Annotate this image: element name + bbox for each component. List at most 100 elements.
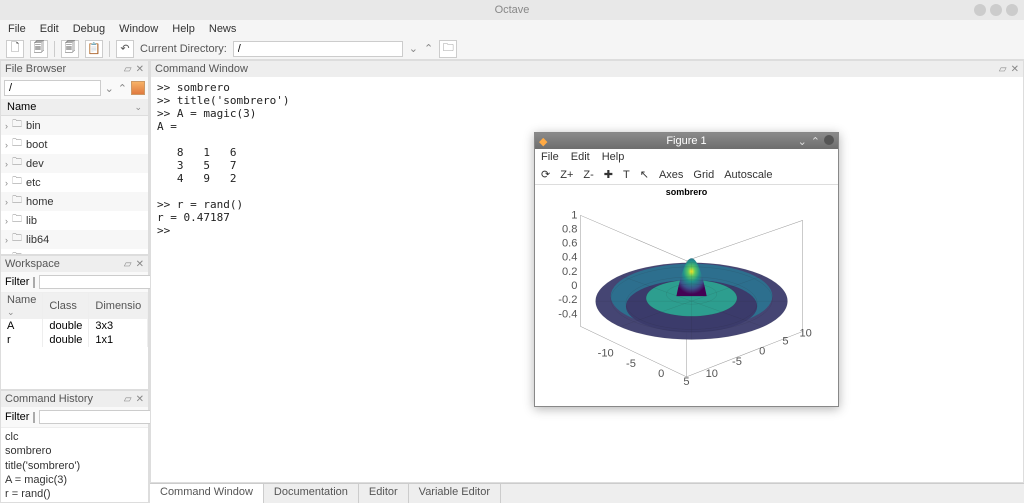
undock-icon[interactable]: ▱ bbox=[124, 64, 132, 75]
new-script-icon[interactable]: 🗐 bbox=[30, 40, 48, 58]
svg-text:0: 0 bbox=[658, 368, 664, 380]
history-item[interactable]: clc bbox=[5, 430, 144, 444]
col-dim[interactable]: Dimensio bbox=[89, 293, 148, 319]
col-name[interactable]: Name ⌄ bbox=[1, 293, 43, 319]
folder-item[interactable]: ›🗀bin bbox=[1, 116, 148, 135]
new-file-icon[interactable]: 🗋 bbox=[6, 40, 24, 58]
menubar: File Edit Debug Window Help News bbox=[0, 20, 1024, 38]
menu-debug[interactable]: Debug bbox=[73, 23, 105, 35]
maximize-icon[interactable] bbox=[990, 4, 1002, 16]
file-browser-header[interactable]: Name ⌄ bbox=[1, 99, 148, 116]
file-browser-path-input[interactable] bbox=[4, 80, 101, 96]
svg-text:0.4: 0.4 bbox=[562, 252, 577, 264]
svg-text:-5: -5 bbox=[626, 358, 636, 370]
table-row[interactable]: rdouble1x1 bbox=[1, 333, 148, 347]
undock-icon[interactable]: ▱ bbox=[124, 394, 132, 405]
figure-minimize-icon[interactable]: ⌄ bbox=[798, 135, 807, 148]
chevron-right-icon: › bbox=[5, 178, 8, 188]
table-row[interactable]: Adouble3x3 bbox=[1, 319, 148, 333]
paste-icon[interactable]: 📋 bbox=[85, 40, 103, 58]
tab-editor[interactable]: Editor bbox=[359, 484, 409, 503]
copy-icon[interactable]: 🗐 bbox=[61, 40, 79, 58]
rotate-icon[interactable]: ⟳ bbox=[541, 168, 550, 181]
menu-window[interactable]: Window bbox=[119, 23, 158, 35]
grid-button[interactable]: Grid bbox=[693, 169, 714, 181]
svg-text:10: 10 bbox=[706, 368, 718, 380]
menu-edit[interactable]: Edit bbox=[40, 23, 59, 35]
app-title: Octave bbox=[495, 4, 530, 16]
svg-text:-10: -10 bbox=[598, 348, 614, 360]
command-history-panel: Command History ▱✕ Filter clc sombrero t… bbox=[0, 390, 149, 503]
close-icon[interactable] bbox=[1006, 4, 1018, 16]
folder-icon: 🗀 bbox=[12, 231, 22, 248]
up-icon[interactable]: ⌃ bbox=[118, 82, 127, 95]
minimize-icon[interactable] bbox=[974, 4, 986, 16]
close-panel-icon[interactable]: ✕ bbox=[136, 259, 144, 270]
command-history-title: Command History ▱✕ bbox=[1, 391, 148, 407]
figure-menubar: File Edit Help bbox=[535, 149, 838, 165]
browse-folder-icon[interactable]: 🗀 bbox=[439, 40, 457, 58]
undock-icon[interactable]: ▱ bbox=[999, 64, 1007, 75]
pan-icon[interactable]: ✚ bbox=[604, 168, 613, 181]
zoom-out-button[interactable]: Z- bbox=[583, 169, 593, 181]
figure-title: Figure 1 bbox=[666, 135, 706, 147]
folder-item[interactable]: ›🗀lib64 bbox=[1, 230, 148, 249]
folder-item[interactable]: ›🗀home bbox=[1, 192, 148, 211]
figure-menu-edit[interactable]: Edit bbox=[571, 151, 590, 163]
tab-documentation[interactable]: Documentation bbox=[264, 484, 359, 503]
folder-item[interactable]: ›🗀lost+found bbox=[1, 249, 148, 254]
select-icon[interactable]: ↖ bbox=[640, 168, 649, 181]
axes-button[interactable]: Axes bbox=[659, 169, 683, 181]
figure-menu-help[interactable]: Help bbox=[602, 151, 625, 163]
svg-text:0: 0 bbox=[571, 280, 577, 292]
folder-item[interactable]: ›🗀boot bbox=[1, 135, 148, 154]
folder-item[interactable]: ›🗀etc bbox=[1, 173, 148, 192]
figure-maximize-icon[interactable]: ⌃ bbox=[811, 135, 820, 148]
chevron-right-icon: › bbox=[5, 216, 8, 226]
autoscale-button[interactable]: Autoscale bbox=[724, 169, 772, 181]
svg-text:0: 0 bbox=[759, 346, 765, 358]
filter-checkbox[interactable] bbox=[33, 277, 35, 288]
close-panel-icon[interactable]: ✕ bbox=[1011, 64, 1019, 75]
filter-checkbox[interactable] bbox=[33, 412, 35, 423]
main-toolbar: 🗋 🗐 🗐 📋 ↶ Current Directory: ⌄ ⌃ 🗀 bbox=[0, 38, 1024, 60]
svg-text:-5: -5 bbox=[732, 356, 742, 368]
text-icon[interactable]: T bbox=[623, 169, 630, 181]
command-window-title: Command Window ▱✕ bbox=[151, 61, 1023, 77]
col-class[interactable]: Class bbox=[43, 293, 89, 319]
tab-command-window[interactable]: Command Window bbox=[150, 484, 264, 503]
chevron-right-icon: › bbox=[5, 197, 8, 207]
figure-plot[interactable]: sombrero 1 0.8 0.6 0.4 0.2 bbox=[535, 185, 838, 406]
figure-titlebar[interactable]: ◆ Figure 1 ⌄ ⌃ bbox=[535, 133, 838, 149]
sync-folder-icon[interactable] bbox=[131, 81, 145, 95]
history-item[interactable]: sombrero bbox=[5, 444, 144, 458]
undo-icon[interactable]: ↶ bbox=[116, 40, 134, 58]
folder-item[interactable]: ›🗀lib bbox=[1, 211, 148, 230]
separator bbox=[109, 41, 110, 57]
folder-icon: 🗀 bbox=[12, 117, 22, 134]
chevron-right-icon: › bbox=[5, 140, 8, 150]
menu-file[interactable]: File bbox=[8, 23, 26, 35]
history-item[interactable]: title('sombrero') bbox=[5, 459, 144, 473]
dropdown-icon[interactable]: ⌄ bbox=[105, 82, 114, 95]
tab-variable-editor[interactable]: Variable Editor bbox=[409, 484, 501, 503]
up-dir-icon[interactable]: ⌃ bbox=[424, 42, 433, 55]
figure-close-icon[interactable] bbox=[824, 135, 834, 145]
history-item[interactable]: A = magic(3) bbox=[5, 473, 144, 487]
folder-icon: 🗀 bbox=[12, 136, 22, 153]
menu-help[interactable]: Help bbox=[172, 23, 195, 35]
close-panel-icon[interactable]: ✕ bbox=[136, 394, 144, 405]
bottom-tabs: Command Window Documentation Editor Vari… bbox=[150, 483, 1024, 503]
figure-menu-file[interactable]: File bbox=[541, 151, 559, 163]
folder-item[interactable]: ›🗀dev bbox=[1, 154, 148, 173]
figure-window[interactable]: ◆ Figure 1 ⌄ ⌃ File Edit Help ⟳ Z+ Z- ✚ … bbox=[534, 132, 839, 407]
close-panel-icon[interactable]: ✕ bbox=[136, 64, 144, 75]
current-dir-input[interactable] bbox=[233, 41, 403, 57]
folder-icon: 🗀 bbox=[12, 174, 22, 191]
dropdown-icon[interactable]: ⌄ bbox=[409, 42, 418, 55]
history-item[interactable]: r = rand() bbox=[5, 487, 144, 501]
menu-news[interactable]: News bbox=[209, 23, 237, 35]
undock-icon[interactable]: ▱ bbox=[124, 259, 132, 270]
chevron-right-icon: › bbox=[5, 254, 8, 255]
zoom-in-button[interactable]: Z+ bbox=[560, 169, 573, 181]
